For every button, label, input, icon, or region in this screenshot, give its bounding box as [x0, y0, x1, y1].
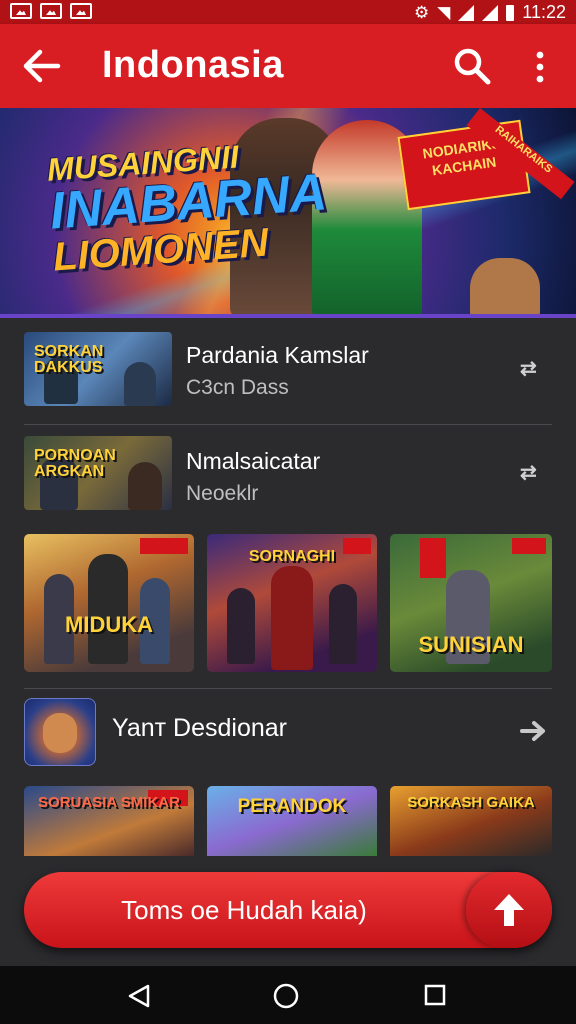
- game-card[interactable]: PERANDOK: [207, 786, 377, 856]
- card-title: PERANDOK: [237, 796, 347, 817]
- battery-icon: [506, 4, 515, 21]
- back-arrow-icon[interactable]: [22, 48, 62, 84]
- banner-headline: MUSAINGNII INABARNA LIOMONEN: [46, 134, 331, 279]
- card-title: SUNISIAN: [418, 632, 524, 657]
- divider: [24, 424, 552, 425]
- cta-button[interactable]: Toms oe Hudah kaia): [24, 872, 552, 948]
- list-item-title: Nmalsaicatar: [186, 448, 321, 474]
- app-bar: Indonasia: [0, 24, 576, 108]
- section-title: Yanт Desdionar: [112, 714, 287, 742]
- swap-icon[interactable]: ⇄: [520, 460, 550, 484]
- game-card[interactable]: SUNISIAN: [390, 534, 552, 672]
- status-bar: ⚙ ◥ 11:22: [0, 0, 576, 24]
- card-title: SORUASIA SMIKAR: [38, 794, 180, 811]
- list-item-subtitle: Neoeklr: [186, 482, 259, 505]
- forward-arrow-icon[interactable]: [518, 716, 548, 746]
- signal-icon: [458, 4, 475, 21]
- notification-icons: [10, 3, 92, 19]
- thumbnail-text: PORNOAN ARGKAN: [34, 447, 116, 480]
- card-title: MIDUKA: [65, 612, 153, 637]
- list-item-subtitle: C3cn Dass: [186, 376, 289, 399]
- up-arrow-icon: [494, 894, 524, 926]
- card-tag: [140, 538, 188, 554]
- hero-pet: [470, 258, 540, 318]
- divider: [24, 688, 552, 689]
- system-nav-bar: [0, 966, 576, 1024]
- list-item-thumbnail: PORNOAN ARGKAN: [24, 436, 172, 510]
- list-item[interactable]: SORKAN DAKKUS Pardania Kamslar C3cn Dass…: [0, 326, 576, 426]
- search-icon[interactable]: [452, 46, 492, 86]
- signal-2-icon: [482, 4, 499, 21]
- thumbnail-text: SORKAN DAKKUS: [34, 343, 104, 376]
- swap-icon[interactable]: ⇄: [520, 356, 550, 380]
- nav-home-icon[interactable]: [272, 982, 300, 1010]
- card-tag: [512, 538, 546, 554]
- card-title: SORKASH GAIKA: [407, 794, 535, 811]
- clock: 11:22: [522, 2, 566, 22]
- alarm-icon: ⚙: [413, 2, 430, 22]
- list-item-title: Pardania Kamslar: [186, 342, 369, 368]
- card-title: SORNAGHI: [248, 548, 336, 565]
- banner-divider: [0, 314, 576, 318]
- page-title: Indonasia: [102, 44, 284, 86]
- section-avatar: [24, 698, 96, 766]
- card-tag: [420, 538, 446, 578]
- list-item-thumbnail: SORKAN DAKKUS: [24, 332, 172, 406]
- hero-banner[interactable]: MUSAINGNII INABARNA LIOMONEN NODIARIKS K…: [0, 108, 576, 318]
- list-item[interactable]: PORNOAN ARGKAN Nmalsaicatar Neoeklr ⇄: [0, 430, 576, 530]
- photo-notification-icon: [70, 3, 92, 19]
- upload-button[interactable]: [466, 872, 552, 948]
- image-notification-icon: [10, 3, 32, 19]
- more-vert-icon[interactable]: [528, 50, 552, 84]
- gallery-notification-icon: [40, 3, 62, 19]
- game-card[interactable]: MIDUKA: [24, 534, 194, 672]
- game-card[interactable]: SORNAGHI: [207, 534, 377, 672]
- game-card[interactable]: SORKASH GAIKA: [390, 786, 552, 856]
- nav-recents-icon[interactable]: [424, 984, 446, 1006]
- game-card[interactable]: SORUASIA SMIKAR: [24, 786, 194, 856]
- nav-back-icon[interactable]: [126, 984, 152, 1008]
- wifi-icon: ◥: [437, 2, 451, 22]
- cta-label: Toms oe Hudah kaia): [121, 895, 367, 925]
